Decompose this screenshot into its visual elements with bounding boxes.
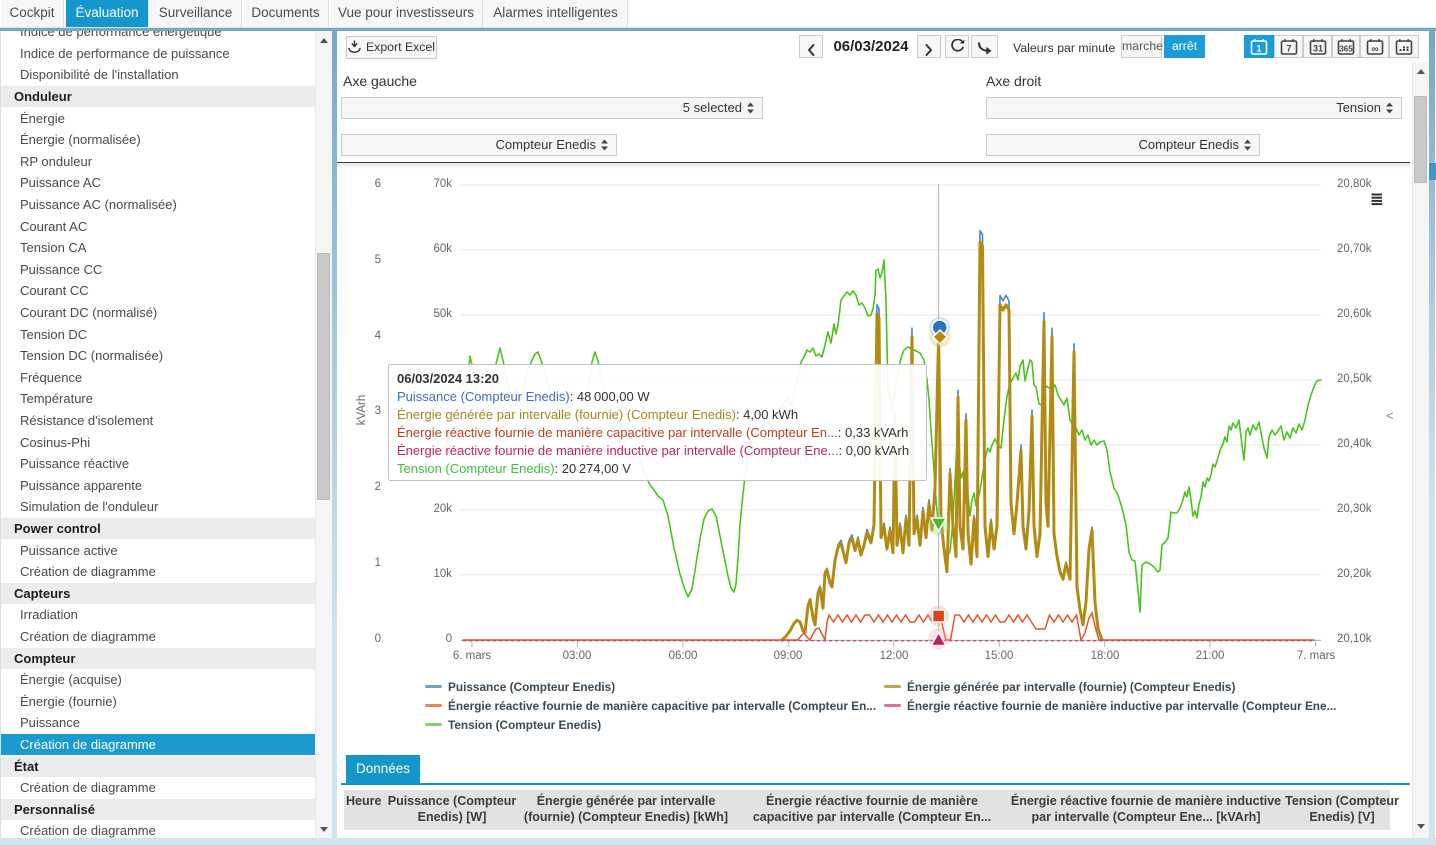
svg-text:<: < [1386, 408, 1394, 423]
